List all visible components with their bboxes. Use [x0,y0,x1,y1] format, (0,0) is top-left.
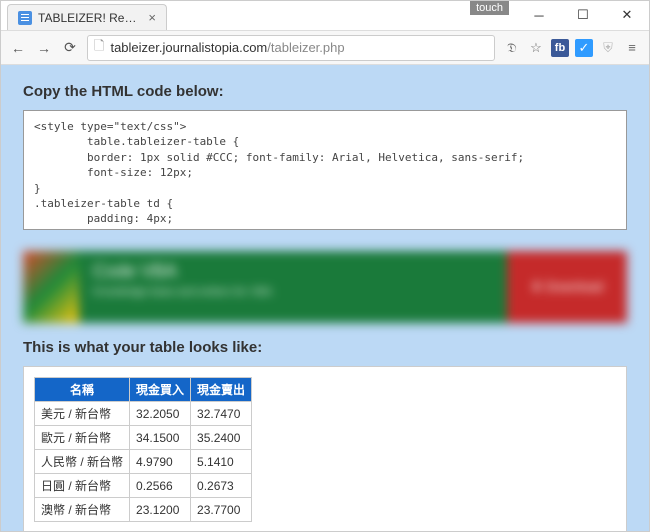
code-heading: Copy the HTML code below: [23,83,627,100]
table-cell: 34.1500 [130,426,191,450]
back-button[interactable]: ← [9,39,27,57]
ad-download-button[interactable]: ⬇ Download [507,251,627,323]
table-cell: 32.7470 [191,402,252,426]
col-buy: 現金買入 [130,378,191,402]
url-bar[interactable]: 🗋 tableizer.journalistopia.com/tableizer… [87,35,495,61]
table-cell: 日圓 / 新台幣 [35,474,130,498]
table-cell: 5.1410 [191,450,252,474]
table-cell: 23.7700 [191,498,252,522]
table-cell: 4.9790 [130,450,191,474]
table-cell: 32.2050 [130,402,191,426]
facebook-icon[interactable]: fb [551,39,569,57]
browser-toolbar: ← → ⟳ 🗋 tableizer.journalistopia.com/tab… [1,31,649,65]
table-row: 美元 / 新台幣32.205032.7470 [35,402,252,426]
table-cell: 23.1200 [130,498,191,522]
table-row: 日圓 / 新台幣0.25660.2673 [35,474,252,498]
toolbar-right-icons: 𝔇 ☆ fb ✓ ⛨ ≡ [503,39,641,57]
ad-subtitle: Knowledge base and writers for VBA [93,286,493,298]
html-code-textarea[interactable] [23,110,627,230]
reload-button[interactable]: ⟳ [61,39,79,57]
table-row: 澳幣 / 新台幣23.120023.7700 [35,498,252,522]
close-icon[interactable]: × [148,10,156,25]
table-icon [18,11,32,25]
url-domain: tableizer.journalistopia.com [110,40,267,55]
maximize-button[interactable]: ☐ [561,1,605,29]
table-cell: 歐元 / 新台幣 [35,426,130,450]
preview-heading: This is what your table looks like: [23,339,627,356]
browser-tab[interactable]: TABLEIZER! Results -- Sp × [7,4,167,30]
col-sell: 現金賣出 [191,378,252,402]
ad-title: Code VBA [93,261,493,282]
tab-title: TABLEIZER! Results -- Sp [38,11,142,25]
preview-table: 名稱 現金買入 現金賣出 美元 / 新台幣32.205032.7470歐元 / … [34,377,252,522]
page-content: Copy the HTML code below: Code VBA Knowl… [1,65,649,531]
table-preview-box: 名稱 現金買入 現金賣出 美元 / 新台幣32.205032.7470歐元 / … [23,366,627,531]
extension-icon[interactable]: ✓ [575,39,593,57]
browser-window: TABLEIZER! Results -- Sp × touch ─ ☐ ✕ ←… [0,0,650,532]
table-cell: 美元 / 新台幣 [35,402,130,426]
star-icon[interactable]: ☆ [527,39,545,57]
forward-button[interactable]: → [35,39,53,57]
table-cell: 人民幣 / 新台幣 [35,450,130,474]
table-header-row: 名稱 現金買入 現金賣出 [35,378,252,402]
url-path: /tableizer.php [267,40,344,55]
window-titlebar: TABLEIZER! Results -- Sp × touch ─ ☐ ✕ [1,1,649,31]
touch-badge: touch [470,1,509,15]
page-icon: 🗋 [94,37,104,59]
page-scroll-area[interactable]: Copy the HTML code below: Code VBA Knowl… [1,65,649,531]
table-cell: 35.2400 [191,426,252,450]
ad-banner[interactable]: Code VBA Knowledge base and writers for … [23,251,627,323]
table-row: 歐元 / 新台幣34.150035.2400 [35,426,252,450]
col-name: 名稱 [35,378,130,402]
minimize-button[interactable]: ─ [517,1,561,29]
ad-body: Code VBA Knowledge base and writers for … [79,251,507,323]
menu-icon[interactable]: ≡ [623,39,641,57]
shield-icon[interactable]: ⛨ [599,39,617,57]
ad-logo [23,251,79,323]
close-button[interactable]: ✕ [605,1,649,29]
table-cell: 0.2673 [191,474,252,498]
table-body: 美元 / 新台幣32.205032.7470歐元 / 新台幣34.150035.… [35,402,252,522]
table-cell: 0.2566 [130,474,191,498]
table-cell: 澳幣 / 新台幣 [35,498,130,522]
table-row: 人民幣 / 新台幣4.97905.1410 [35,450,252,474]
window-buttons: ─ ☐ ✕ [517,1,649,29]
readability-icon[interactable]: 𝔇 [503,39,521,57]
